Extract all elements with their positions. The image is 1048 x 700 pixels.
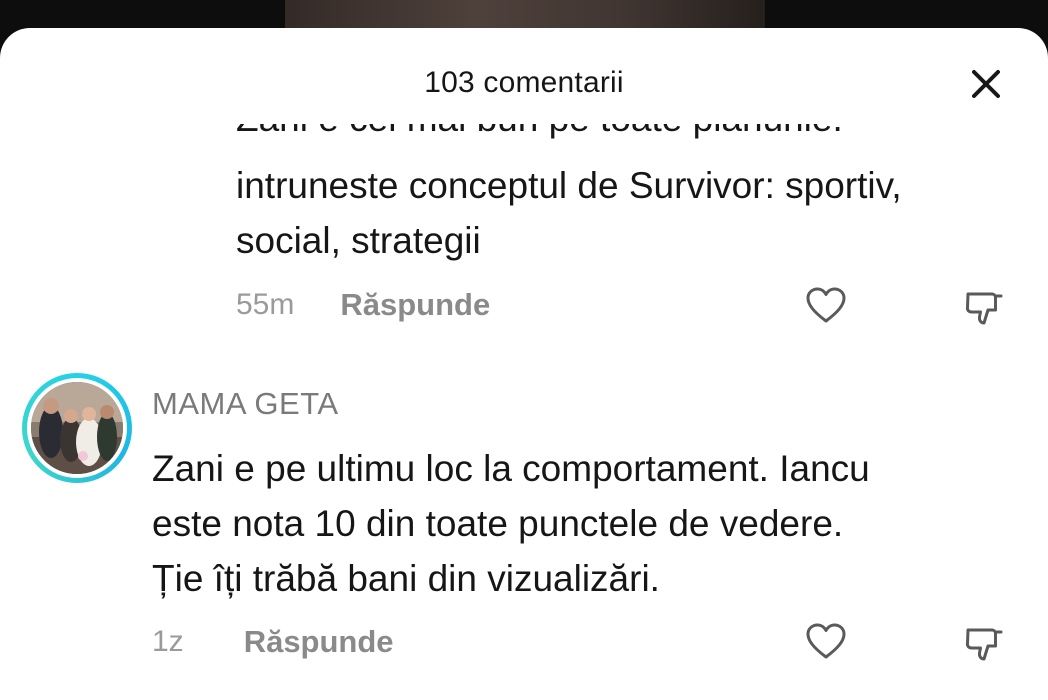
comment-meta: 1z Răspunde: [152, 620, 394, 664]
comment-timestamp: 55m: [236, 288, 295, 321]
like-button[interactable]: [804, 620, 848, 664]
close-icon: [972, 70, 1000, 98]
avatar[interactable]: [22, 373, 132, 483]
heart-icon: [806, 287, 846, 323]
comment-text-line: este nota 10 din toate punctele de veder…: [152, 503, 844, 544]
comments-sheet: 103 comentarii Zani e cel mai bun pe toa…: [0, 28, 1048, 700]
comment-text-line: Zani e pe ultimu loc la comportament. Ia…: [152, 448, 870, 489]
comment-timestamp: 1z: [152, 625, 184, 658]
comment-username[interactable]: MAMA GETA: [152, 386, 339, 422]
comment-text-line: Ție îți trăbă bani din vizualizări.: [152, 558, 660, 599]
dislike-button[interactable]: [962, 622, 1006, 666]
thumbs-down-icon: [965, 292, 1003, 325]
comments-header: 103 comentarii: [0, 28, 1048, 128]
avatar-photo: [31, 382, 123, 474]
reply-button[interactable]: Răspunde: [244, 624, 394, 660]
like-button[interactable]: [804, 284, 848, 328]
comment-meta: 55m Răspunde: [236, 283, 490, 327]
dislike-button[interactable]: [962, 286, 1006, 330]
comment-text-line: social, strategii: [236, 220, 481, 261]
comment-text-line: intruneste conceptul de Survivor: sporti…: [236, 165, 902, 206]
heart-icon: [806, 623, 846, 659]
close-button[interactable]: [968, 66, 1004, 102]
thumbs-down-icon: [965, 628, 1003, 661]
comments-count-title: 103 comentarii: [424, 66, 624, 99]
reply-button[interactable]: Răspunde: [340, 287, 490, 323]
comment-text-cut-line: Zani e cel mai bun pe toate planurile.: [236, 124, 996, 152]
